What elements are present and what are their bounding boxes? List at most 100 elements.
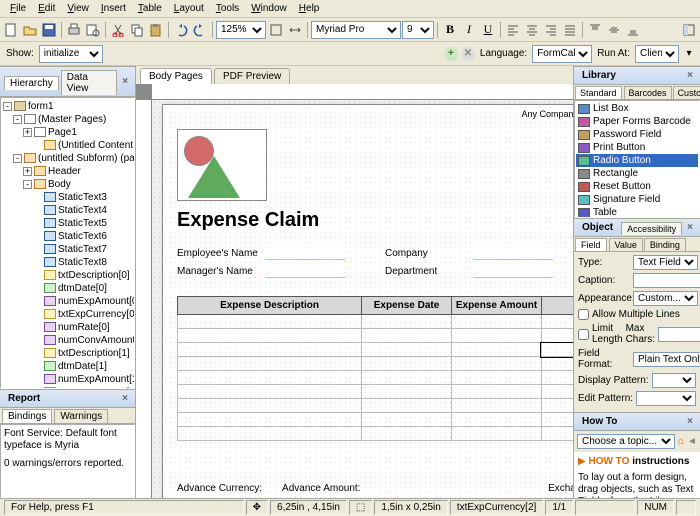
- accessibility-tab[interactable]: Accessibility: [621, 222, 682, 235]
- tree-node[interactable]: StaticText7: [3, 243, 132, 256]
- expander-icon[interactable]: -: [13, 115, 22, 124]
- display-pattern-select[interactable]: [652, 373, 696, 388]
- appearance-select[interactable]: Custom...: [633, 291, 698, 306]
- library-item[interactable]: Password Field: [576, 128, 698, 141]
- align-left-icon[interactable]: [504, 21, 522, 39]
- type-select[interactable]: Text Field: [633, 255, 698, 270]
- tree-node[interactable]: StaticText6: [3, 230, 132, 243]
- warnings-tab[interactable]: Warnings: [54, 409, 108, 423]
- tree-node[interactable]: StaticText3: [3, 191, 132, 204]
- font-size-combo[interactable]: 9: [402, 21, 434, 39]
- script-add-icon[interactable]: +: [444, 47, 458, 61]
- show-combo[interactable]: initialize: [39, 45, 103, 63]
- table-row[interactable]: [178, 399, 574, 413]
- table-row[interactable]: [178, 413, 574, 427]
- save-icon[interactable]: [40, 21, 58, 39]
- script-stop-icon[interactable]: ✕: [461, 47, 475, 61]
- library-item[interactable]: Reset Button: [576, 180, 698, 193]
- table-row[interactable]: [178, 385, 574, 399]
- home-icon[interactable]: ⌂: [678, 436, 684, 447]
- max-chars-input[interactable]: [658, 327, 700, 342]
- menu-help[interactable]: Help: [293, 1, 326, 16]
- table-row[interactable]: [178, 315, 574, 329]
- library-tab-barcodes[interactable]: Barcodes: [624, 86, 672, 99]
- close-icon[interactable]: ×: [119, 393, 131, 405]
- limit-length-checkbox[interactable]: [578, 329, 589, 340]
- library-tab-custom[interactable]: Custom: [673, 86, 700, 99]
- cut-icon[interactable]: [109, 21, 127, 39]
- bold-icon[interactable]: B: [441, 21, 459, 39]
- tree-node[interactable]: txtDescription[1]: [3, 347, 132, 360]
- menu-tools[interactable]: Tools: [210, 1, 245, 16]
- pdf-preview-tab[interactable]: PDF Preview: [214, 68, 290, 84]
- valign-middle-icon[interactable]: [605, 21, 623, 39]
- zoom-fit-icon[interactable]: [267, 21, 285, 39]
- close-icon[interactable]: ×: [684, 416, 696, 428]
- undo-icon[interactable]: [172, 21, 190, 39]
- zoom-combo[interactable]: 125%: [216, 21, 266, 39]
- table-row[interactable]: [178, 343, 574, 357]
- align-justify-icon[interactable]: [561, 21, 579, 39]
- bindings-tab[interactable]: Bindings: [2, 409, 52, 423]
- edit-pattern-select[interactable]: [636, 391, 696, 406]
- expander-icon[interactable]: +: [23, 128, 32, 137]
- valign-top-icon[interactable]: [586, 21, 604, 39]
- library-item[interactable]: Paper Forms Barcode: [576, 115, 698, 128]
- manager-name-field[interactable]: [265, 264, 345, 278]
- runat-combo[interactable]: Client: [635, 45, 679, 63]
- tree-node[interactable]: -form1: [3, 100, 132, 113]
- close-icon[interactable]: ×: [119, 76, 131, 88]
- hierarchy-tree[interactable]: -form1-(Master Pages)+Page1(Untitled Con…: [0, 97, 135, 389]
- align-center-icon[interactable]: [523, 21, 541, 39]
- library-item[interactable]: Print Button: [576, 141, 698, 154]
- image-placeholder[interactable]: [177, 129, 267, 201]
- open-icon[interactable]: [21, 21, 39, 39]
- print-icon[interactable]: [65, 21, 83, 39]
- new-icon[interactable]: [2, 21, 20, 39]
- menu-view[interactable]: View: [61, 1, 95, 16]
- library-item[interactable]: List Box: [576, 102, 698, 115]
- tree-node[interactable]: -(Master Pages): [3, 113, 132, 126]
- form-page[interactable]: Any Company Inc. Expense Claim Employee'…: [162, 104, 573, 498]
- library-item[interactable]: Rectangle: [576, 167, 698, 180]
- tree-node[interactable]: +Header: [3, 165, 132, 178]
- language-combo[interactable]: FormCalc: [532, 45, 592, 63]
- tree-node[interactable]: dtmDate[0]: [3, 282, 132, 295]
- menu-edit[interactable]: Edit: [32, 1, 61, 16]
- copy-icon[interactable]: [128, 21, 146, 39]
- employee-name-field[interactable]: [265, 246, 345, 260]
- department-field[interactable]: [473, 264, 553, 278]
- zoom-width-icon[interactable]: [286, 21, 304, 39]
- library-list[interactable]: List BoxPaper Forms BarcodePassword Fiel…: [574, 100, 700, 218]
- expander-icon[interactable]: +: [23, 167, 32, 176]
- table-row[interactable]: [178, 427, 574, 441]
- canvas[interactable]: Any Company Inc. Expense Claim Employee'…: [136, 84, 573, 498]
- tree-node[interactable]: numExpAmount[0]: [3, 295, 132, 308]
- redo-icon[interactable]: [191, 21, 209, 39]
- table-row[interactable]: [178, 371, 574, 385]
- dataview-tab[interactable]: Data View: [61, 70, 117, 95]
- library-tab-standard[interactable]: Standard: [575, 86, 622, 99]
- expander-icon[interactable]: -: [13, 154, 22, 163]
- tree-node[interactable]: numConvAmount[0]: [3, 334, 132, 347]
- company-field[interactable]: [473, 246, 553, 260]
- tree-node[interactable]: -Body: [3, 178, 132, 191]
- tree-node[interactable]: txtDescription[0]: [3, 269, 132, 282]
- expander-icon[interactable]: -: [23, 180, 32, 189]
- align-right-icon[interactable]: [542, 21, 560, 39]
- library-item[interactable]: Table: [576, 206, 698, 218]
- object-tab-binding[interactable]: Binding: [644, 238, 686, 251]
- expander-icon[interactable]: -: [3, 102, 12, 111]
- tree-node[interactable]: -(untitled Subform) (page 1): [3, 152, 132, 165]
- menu-insert[interactable]: Insert: [95, 1, 132, 16]
- caption-input[interactable]: [633, 273, 700, 288]
- underline-icon[interactable]: U: [479, 21, 497, 39]
- tree-node[interactable]: numExpAmount[1]: [3, 373, 132, 386]
- library-item[interactable]: Radio Button: [576, 154, 698, 167]
- tree-node[interactable]: StaticText4: [3, 204, 132, 217]
- tree-node[interactable]: +Page1: [3, 126, 132, 139]
- allow-multiple-lines-checkbox[interactable]: [578, 309, 589, 320]
- object-tab-value[interactable]: Value: [609, 238, 643, 251]
- table-row[interactable]: [178, 329, 574, 343]
- palette-toggle-icon[interactable]: [680, 21, 698, 39]
